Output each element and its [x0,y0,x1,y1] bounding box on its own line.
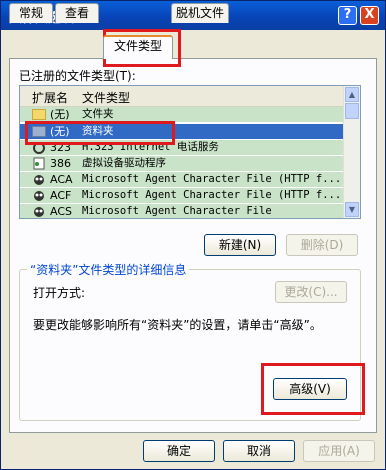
column-header-extension[interactable]: 扩展名 [32,89,68,106]
ok-button[interactable]: 确定 [143,440,215,462]
list-scrollbar[interactable]: ▲ ▼ [343,86,360,218]
registered-types-label: 已注册的文件类型(T): [19,69,136,83]
agent-icon [32,189,46,202]
scroll-down-icon[interactable]: ▼ [345,202,359,217]
details-description: 要更改能够影响所有“资料夹”的设置，请单击“高级”。 [33,318,322,332]
column-header-file-type[interactable]: 文件类型 [82,89,130,106]
agent-icon [32,205,46,218]
folder-icon [32,108,46,121]
tab-view[interactable]: 查看 [55,3,99,23]
list-item[interactable]: ACS Microsoft Agent Character File [20,204,344,218]
list-item[interactable]: ACF Microsoft Agent Character File (HTTP… [20,188,344,203]
open-with-label: 打开方式: [33,286,86,300]
details-group-title: “资料夹”文件类型的详细信息 [27,261,190,278]
driver-icon [32,157,46,170]
scroll-up-icon[interactable]: ▲ [345,87,359,102]
agent-icon [32,173,46,186]
new-button[interactable]: 新建(N) [204,234,276,256]
highlight-folder-row [25,121,175,145]
apply-button[interactable]: 应用(A) [303,440,375,462]
folder-options-window: 文件夹选项 ? X 常规 查看 文件类型 脱机文件 已注册的文件类型(T): 扩… [0,0,386,470]
list-item[interactable]: 386 虚拟设备驱动程序 [20,156,344,171]
list-header: 扩展名 文件类型 [20,86,344,107]
tab-offline-files[interactable]: 脱机文件 [171,3,229,23]
close-button[interactable]: X [360,6,379,25]
help-button[interactable]: ? [338,6,357,25]
change-button[interactable]: 更改(C)... [275,281,347,303]
cancel-button[interactable]: 取消 [223,440,295,462]
highlight-advanced-button [261,363,365,415]
list-item[interactable]: ACA Microsoft Agent Character File (HTTP… [20,172,344,187]
list-item[interactable]: (无) 文件夹 [20,107,344,122]
tab-file-types[interactable]: 文件类型 [103,35,173,59]
tab-general[interactable]: 常规 [9,3,53,23]
delete-button[interactable]: 删除(D) [286,234,358,256]
file-types-list[interactable]: 扩展名 文件类型 (无) 文件夹 (无) 资料夹 323 H.323 Inter… [19,85,361,219]
scroll-thumb[interactable] [345,103,359,119]
